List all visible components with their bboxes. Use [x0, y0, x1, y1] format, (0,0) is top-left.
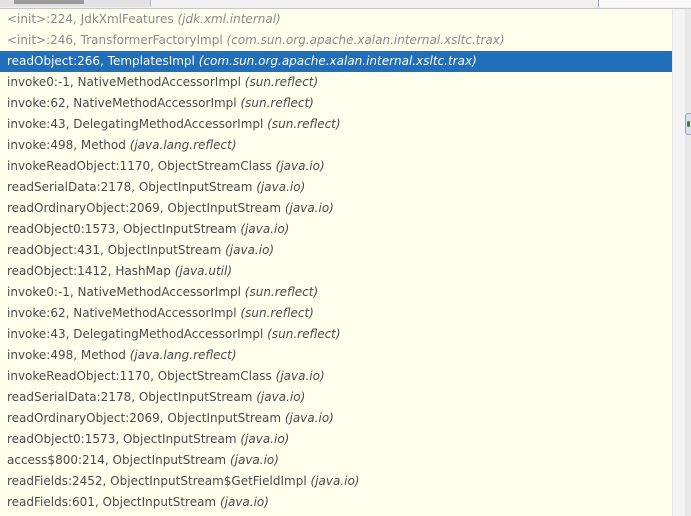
stack-frame-row[interactable]: invoke0:-1, NativeMethodAccessorImpl (su… — [0, 282, 672, 303]
frame-method: access$800:214, ObjectInputStream — [7, 453, 227, 467]
stack-frame-row[interactable]: <init>:224, JdkXmlFeatures (jdk.xml.inte… — [0, 9, 672, 30]
stack-frame-row[interactable]: invoke0:-1, NativeMethodAccessorImpl (su… — [0, 72, 672, 93]
stack-frame-row[interactable]: invoke:498, Method (java.lang.reflect) — [0, 135, 672, 156]
frame-method: <init>:224, JdkXmlFeatures — [7, 12, 174, 26]
frame-package: (java.io) — [256, 390, 306, 404]
frame-package: (sun.reflect) — [267, 327, 341, 341]
stack-frame-row[interactable]: readOrdinaryObject:2069, ObjectInputStre… — [0, 198, 672, 219]
stack-frame-row[interactable]: readObject0:1573, ObjectInputStream (jav… — [0, 219, 672, 240]
side-panel-edge — [685, 9, 691, 516]
frame-method: readOrdinaryObject:2069, ObjectInputStre… — [7, 411, 282, 425]
frame-package: (java.util) — [174, 264, 233, 278]
stack-frame-row[interactable]: readSerialData:2178, ObjectInputStream (… — [0, 387, 672, 408]
status-dot-icon — [687, 121, 690, 127]
stack-frame-row[interactable]: readObject:266, TemplatesImpl (com.sun.o… — [0, 51, 672, 72]
frame-package: (sun.reflect) — [240, 306, 314, 320]
stack-frame-row[interactable]: invokeReadObject:1170, ObjectStreamClass… — [0, 156, 672, 177]
frame-method: readObject0:1573, ObjectInputStream — [7, 222, 237, 236]
frame-package: (sun.reflect) — [267, 117, 341, 131]
frame-package: (jdk.xml.internal) — [177, 12, 281, 26]
frame-method: readObject:266, TemplatesImpl — [7, 54, 195, 68]
stack-frames-list[interactable]: <init>:224, JdkXmlFeatures (jdk.xml.inte… — [0, 9, 672, 516]
frame-method: invoke:498, Method — [7, 348, 126, 362]
frame-package: (java.lang.reflect) — [129, 138, 237, 152]
frame-method: readObject:1412, HashMap — [7, 264, 171, 278]
frame-package: (sun.reflect) — [244, 285, 319, 299]
frame-method: invokeReadObject:1170, ObjectStreamClass — [7, 159, 272, 173]
frame-method: <init>:246, TransformerFactoryImpl — [7, 33, 223, 47]
frame-method: invoke:62, NativeMethodAccessorImpl — [7, 306, 237, 320]
frame-package: (java.io) — [275, 369, 325, 383]
stack-frame-row[interactable]: readObject0:1573, ObjectInputStream (jav… — [0, 429, 672, 450]
frame-method: invoke:43, DelegatingMethodAccessorImpl — [7, 327, 264, 341]
frame-method: readSerialData:2178, ObjectInputStream — [7, 180, 253, 194]
stack-frame-row[interactable]: readObject:431, ObjectInputStream (java.… — [0, 240, 672, 261]
top-toolbar-strip — [0, 0, 691, 9]
side-panel-toggle-icon[interactable] — [685, 113, 691, 135]
stack-frame-row[interactable]: <init>:246, TransformerFactoryImpl (com.… — [0, 30, 672, 51]
stack-frame-row[interactable]: invoke:498, Method (java.lang.reflect) — [0, 345, 672, 366]
frame-method: invoke:43, DelegatingMethodAccessorImpl — [7, 117, 264, 131]
frame-method: readSerialData:2178, ObjectInputStream — [7, 390, 253, 404]
frame-package: (java.io) — [284, 411, 334, 425]
stack-frame-row[interactable]: readSerialData:2178, ObjectInputStream (… — [0, 177, 672, 198]
frame-method: readObject0:1573, ObjectInputStream — [7, 432, 237, 446]
frame-package: (com.sun.org.apache.xalan.internal.xsltc… — [226, 33, 505, 47]
frame-package: (java.lang.reflect) — [129, 348, 237, 362]
stack-frame-row[interactable]: readFields:2452, ObjectInputStream$GetFi… — [0, 471, 672, 492]
editor-tab-label-fragment — [14, 0, 84, 4]
stack-frame-row[interactable]: readOrdinaryObject:2069, ObjectInputStre… — [0, 408, 672, 429]
frame-package: (java.io) — [240, 222, 290, 236]
frame-method: invoke0:-1, NativeMethodAccessorImpl — [7, 75, 241, 89]
frame-method: invoke:62, NativeMethodAccessorImpl — [7, 96, 237, 110]
vertical-scrollbar[interactable] — [672, 9, 686, 516]
frame-package: (sun.reflect) — [240, 96, 314, 110]
frame-package: (sun.reflect) — [244, 75, 319, 89]
stack-frame-row[interactable]: invokeReadObject:1170, ObjectStreamClass… — [0, 366, 672, 387]
stack-frame-row[interactable]: readFields:601, ObjectInputStream (java.… — [0, 492, 672, 513]
frame-package: (java.io) — [225, 243, 275, 257]
toolbar-field[interactable] — [598, 0, 691, 7]
frame-package: (java.io) — [256, 180, 306, 194]
frame-method: readOrdinaryObject:2069, ObjectInputStre… — [7, 201, 282, 215]
editor-tab[interactable] — [0, 0, 151, 7]
stack-frame-row[interactable]: invoke:62, NativeMethodAccessorImpl (sun… — [0, 93, 672, 114]
frame-package: (java.io) — [284, 201, 334, 215]
stack-frame-row[interactable]: invoke:43, DelegatingMethodAccessorImpl … — [0, 324, 672, 345]
frame-package: (com.sun.org.apache.xalan.internal.xsltc… — [198, 54, 477, 68]
frame-method: invoke0:-1, NativeMethodAccessorImpl — [7, 285, 241, 299]
frame-package: (java.io) — [310, 474, 360, 488]
stack-frame-row[interactable]: invoke:43, DelegatingMethodAccessorImpl … — [0, 114, 672, 135]
frame-package: (java.io) — [219, 495, 269, 509]
frame-method: readFields:2452, ObjectInputStream$GetFi… — [7, 474, 307, 488]
frame-package: (java.io) — [240, 432, 290, 446]
frame-package: (java.io) — [229, 453, 279, 467]
frame-method: readFields:601, ObjectInputStream — [7, 495, 217, 509]
stack-frame-row[interactable]: invoke:62, NativeMethodAccessorImpl (sun… — [0, 303, 672, 324]
frame-method: invokeReadObject:1170, ObjectStreamClass — [7, 369, 272, 383]
stack-frame-row[interactable]: readObject:1412, HashMap (java.util) — [0, 261, 672, 282]
stack-frame-row[interactable]: access$800:214, ObjectInputStream (java.… — [0, 450, 672, 471]
frame-package: (java.io) — [275, 159, 325, 173]
frame-method: invoke:498, Method — [7, 138, 126, 152]
frame-method: readObject:431, ObjectInputStream — [7, 243, 222, 257]
